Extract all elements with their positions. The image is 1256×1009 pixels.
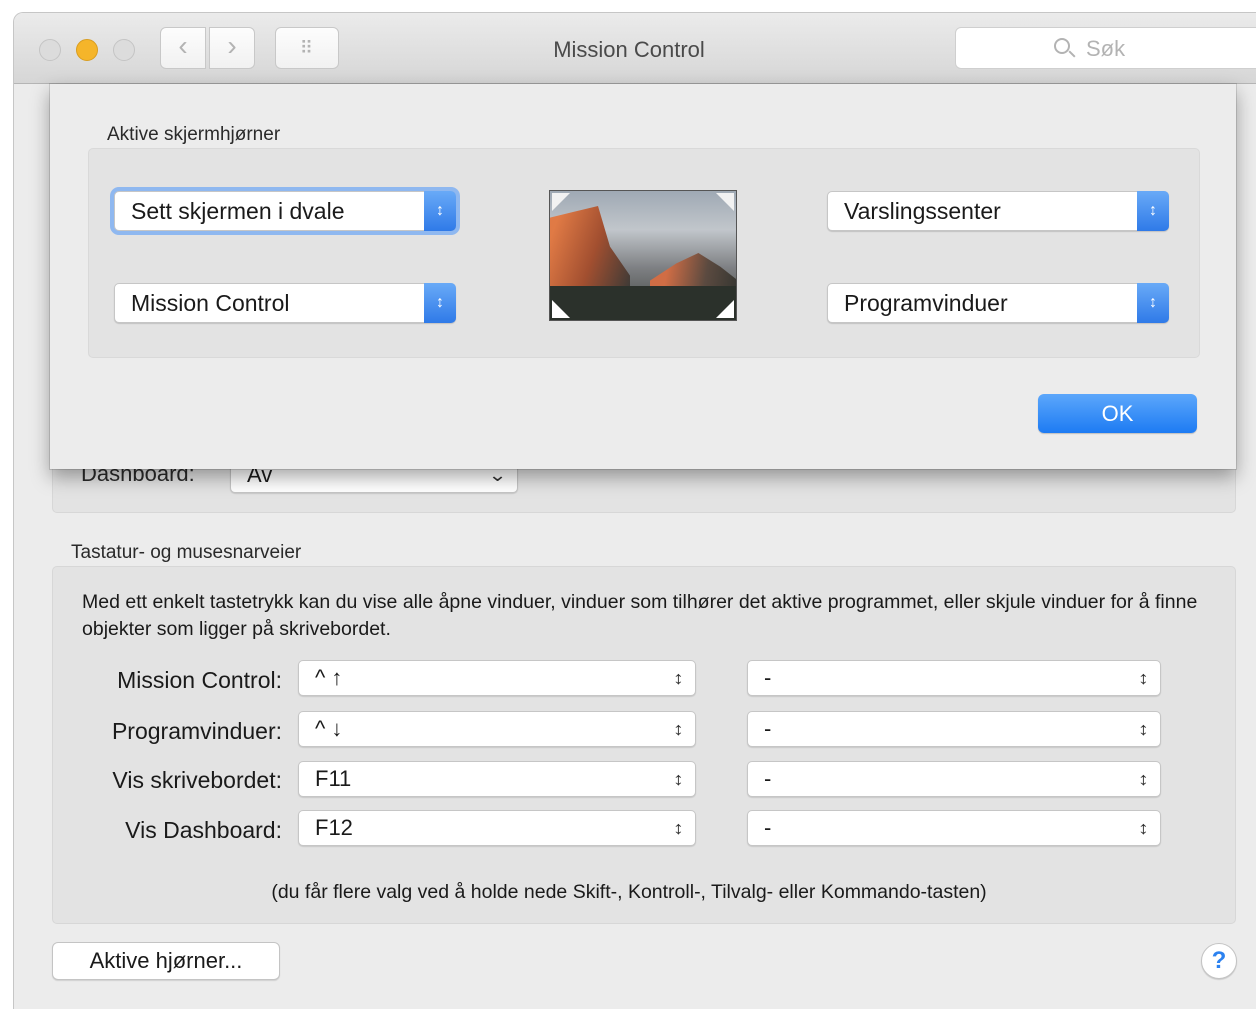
mission-control-keyboard-popup[interactable]: ^ ↑ ↕: [298, 660, 696, 696]
hot-corners-sheet: Aktive skjermhjørner Sett skjermen i dva…: [50, 84, 1236, 469]
popup-value: -: [764, 766, 772, 791]
bottom-right-corner-value: Programvinduer: [844, 290, 1008, 316]
popup-value: F11: [315, 766, 352, 791]
shortcuts-description: Med ett enkelt tastetrykk kan du vise al…: [82, 591, 1198, 640]
row-label-app-windows: Programvinduer:: [111, 718, 282, 744]
screen-preview-image: [549, 190, 737, 321]
valley-shape: [550, 286, 736, 320]
show-desktop-keyboard-popup[interactable]: F11 ↕: [298, 761, 696, 797]
search-icon: [1054, 38, 1070, 54]
popup-chevron-icon: ↕: [672, 668, 685, 688]
popup-chevron-icon: ↕: [1137, 818, 1150, 838]
search-field[interactable]: Søk: [955, 27, 1256, 69]
top-right-corner-popup[interactable]: Varslingssenter ↕: [827, 191, 1169, 231]
sheet-title: Aktive skjermhjørner: [107, 124, 281, 145]
top-left-corner-popup[interactable]: Sett skjermen i dvale ↕: [114, 191, 456, 231]
corner-marker-top-right: [716, 193, 734, 211]
popup-chevron-icon: ↕: [1137, 769, 1150, 789]
row-label-mission-control: Mission Control:: [117, 667, 282, 693]
top-left-corner-value: Sett skjermen i dvale: [131, 198, 345, 224]
popup-value: -: [764, 815, 772, 840]
popup-value: -: [764, 665, 772, 690]
modifier-hint: (du får flere valg ved å holde nede Skif…: [271, 881, 987, 903]
popup-value: F12: [315, 815, 353, 840]
search-placeholder: Søk: [1086, 36, 1126, 61]
row-label-show-dashboard: Vis Dashboard:: [125, 817, 282, 843]
title-bar: ‹ › ⠿ Mission Control Søk: [14, 13, 1256, 84]
corner-marker-bottom-left: [552, 300, 570, 318]
corner-marker-bottom-right: [716, 300, 734, 318]
ok-button[interactable]: OK: [1038, 394, 1197, 433]
popup-value: ^ ↑: [315, 665, 343, 690]
popup-chevron-icon: ↕: [672, 818, 685, 838]
bottom-right-corner-popup[interactable]: Programvinduer ↕: [827, 283, 1169, 323]
corner-marker-top-left: [552, 193, 570, 211]
app-windows-keyboard-popup[interactable]: ^ ↓ ↕: [298, 711, 696, 747]
popup-chevron-icon: ↕: [672, 769, 685, 789]
popup-chevron-icon: ↕: [424, 191, 456, 231]
shortcuts-title: Tastatur- og musesnarveier: [71, 542, 302, 563]
bottom-left-corner-value: Mission Control: [131, 290, 290, 316]
help-button[interactable]: ?: [1201, 943, 1237, 979]
popup-chevron-icon: ↕: [1137, 283, 1169, 323]
show-dashboard-keyboard-popup[interactable]: F12 ↕: [298, 810, 696, 846]
popup-chevron-icon: ↕: [1137, 191, 1169, 231]
app-windows-mouse-popup[interactable]: - ↕: [747, 711, 1161, 747]
popup-value: ^ ↓: [315, 716, 343, 741]
hot-corners-button[interactable]: Aktive hjørner...: [52, 942, 280, 980]
popup-chevron-icon: ↕: [424, 283, 456, 323]
popup-chevron-icon: ↕: [1137, 668, 1150, 688]
popup-value: -: [764, 716, 772, 741]
top-right-corner-value: Varslingssenter: [844, 198, 1001, 224]
popup-chevron-icon: ↕: [1137, 719, 1150, 739]
show-desktop-mouse-popup[interactable]: - ↕: [747, 761, 1161, 797]
bottom-left-corner-popup[interactable]: Mission Control ↕: [114, 283, 456, 323]
row-label-show-desktop: Vis skrivebordet:: [112, 767, 282, 793]
mission-control-mouse-popup[interactable]: - ↕: [747, 660, 1161, 696]
show-dashboard-mouse-popup[interactable]: - ↕: [747, 810, 1161, 846]
popup-chevron-icon: ↕: [672, 719, 685, 739]
